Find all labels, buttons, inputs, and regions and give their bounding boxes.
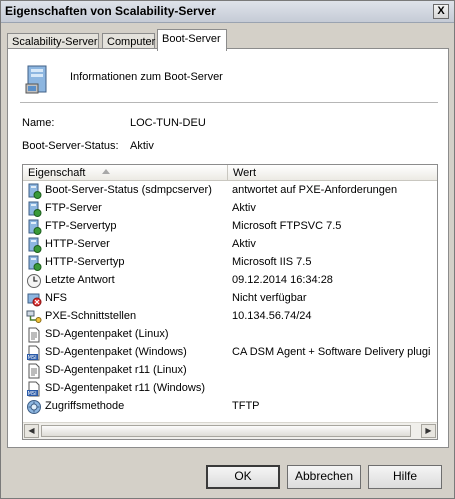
list-item[interactable]: MSI SD-Agentenpaket r11 (Windows) — [23, 380, 437, 398]
list-item[interactable]: HTTP-Server Aktiv — [23, 236, 437, 254]
msi-icon: MSI — [26, 345, 42, 361]
server-status-icon — [26, 183, 42, 199]
close-button[interactable]: X — [433, 4, 449, 19]
property-name: Boot-Server-Status (sdmpcserver) — [45, 184, 212, 196]
list-item[interactable]: FTP-Server Aktiv — [23, 200, 437, 218]
msi-icon: MSI — [26, 381, 42, 397]
property-name: FTP-Server — [45, 202, 102, 214]
status-label: Boot-Server-Status: — [22, 140, 119, 152]
property-value: Microsoft IIS 7.5 — [232, 256, 312, 268]
title-bar: Eigenschaften von Scalability-Server X — [1, 1, 454, 23]
property-name: SD-Agentenpaket r11 (Windows) — [45, 382, 205, 394]
property-value: CA DSM Agent + Software Delivery plugi — [232, 346, 431, 358]
property-value: Nicht verfügbar — [232, 292, 307, 304]
svg-text:MSI: MSI — [28, 391, 37, 397]
server-status-icon — [26, 237, 42, 253]
status-value: Aktiv — [130, 140, 154, 152]
list-item[interactable]: MSI SD-Agentenpaket (Windows) CA DSM Agent… — [23, 344, 437, 362]
divider — [20, 102, 438, 103]
list-item[interactable]: HTTP-Servertyp Microsoft IIS 7.5 — [23, 254, 437, 272]
list-item[interactable]: FTP-Servertyp Microsoft FTPSVC 7.5 — [23, 218, 437, 236]
column-header-property[interactable]: Eigenschaft — [23, 165, 228, 181]
clock-icon — [26, 273, 42, 289]
column-header-value[interactable]: Wert — [228, 165, 437, 181]
property-name: NFS — [45, 292, 67, 304]
property-name: HTTP-Server — [45, 238, 110, 250]
ok-button[interactable]: OK — [206, 465, 280, 489]
property-value: Microsoft FTPSVC 7.5 — [232, 220, 342, 232]
list-item[interactable]: SD-Agentenpaket (Linux) — [23, 326, 437, 344]
server-status-icon — [26, 255, 42, 271]
property-value: Aktiv — [232, 202, 256, 214]
access-icon — [26, 399, 42, 415]
tab-boot-server[interactable]: Boot-Server — [157, 29, 227, 51]
properties-list[interactable]: Eigenschaft Wert Boot-Server-Status (sdm… — [22, 164, 438, 440]
server-status-icon — [26, 219, 42, 235]
help-button[interactable]: Hilfe — [368, 465, 442, 489]
property-value: 10.134.56.74/24 — [232, 310, 312, 322]
list-header: Eigenschaft Wert — [23, 165, 437, 181]
sort-ascending-icon — [102, 169, 110, 174]
horizontal-scrollbar[interactable]: ◀ ▶ — [23, 422, 437, 439]
property-value: antwortet auf PXE-Anforderungen — [232, 184, 398, 196]
list-item[interactable]: Boot-Server-Status (sdmpcserver) antworte… — [23, 182, 437, 200]
property-name: FTP-Servertyp — [45, 220, 117, 232]
property-value: Aktiv — [232, 238, 256, 250]
property-name: Zugriffsmethode — [45, 400, 125, 412]
boot-server-panel: Informationen zum Boot-Server Name: LOC-… — [7, 48, 449, 448]
server-status-icon — [26, 201, 42, 217]
window-title: Eigenschaften von Scalability-Server — [5, 4, 216, 18]
property-value: 09.12.2014 16:34:28 — [232, 274, 333, 286]
property-name: Letzte Antwort — [45, 274, 115, 286]
list-item[interactable]: SD-Agentenpaket r11 (Linux) — [23, 362, 437, 380]
property-name: HTTP-Servertyp — [45, 256, 125, 268]
scroll-right-button[interactable]: ▶ — [421, 424, 436, 438]
document-icon — [26, 327, 42, 343]
name-value: LOC-TUN-DEU — [130, 117, 206, 129]
property-name: SD-Agentenpaket r11 (Linux) — [45, 364, 187, 376]
property-name: PXE-Schnittstellen — [45, 310, 137, 322]
svg-text:MSI: MSI — [28, 355, 37, 361]
name-label: Name: — [22, 117, 55, 129]
scrollbar-thumb[interactable] — [41, 425, 411, 437]
server-icon — [25, 65, 47, 94]
cancel-button[interactable]: Abbrechen — [287, 465, 361, 489]
list-item[interactable]: PXE-Schnittstellen 10.134.56.74/24 — [23, 308, 437, 326]
property-name: SD-Agentenpaket (Windows) — [45, 346, 187, 358]
nfs-icon — [26, 291, 42, 307]
document-icon — [26, 363, 42, 379]
list-rows: Boot-Server-Status (sdmpcserver) antworte… — [23, 182, 437, 416]
list-item[interactable]: NFS Nicht verfügbar — [23, 290, 437, 308]
property-value: TFTP — [232, 400, 260, 412]
header-text: Informationen zum Boot-Server — [70, 71, 223, 83]
property-name: SD-Agentenpaket (Linux) — [45, 328, 169, 340]
properties-dialog: Eigenschaften von Scalability-Server X S… — [0, 0, 455, 499]
network-icon — [26, 309, 42, 325]
list-item[interactable]: Letzte Antwort 09.12.2014 16:34:28 — [23, 272, 437, 290]
list-item[interactable]: Zugriffsmethode TFTP — [23, 398, 437, 416]
scroll-left-button[interactable]: ◀ — [24, 424, 39, 438]
